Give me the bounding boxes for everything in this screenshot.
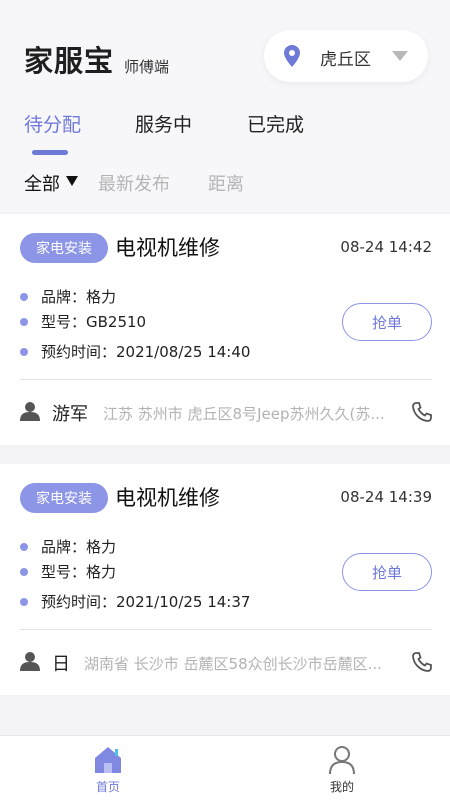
appointment-row: 预约时间：2021/08/25 14:40 bbox=[20, 341, 250, 362]
tab-in-service[interactable]: 服务中 bbox=[135, 110, 192, 137]
bullet-dot bbox=[20, 597, 28, 606]
top-header: 家服宝 师傅端 虎丘区 待分配 服务中 已完成 全部 最新发布 距离 bbox=[0, 0, 450, 212]
order-card[interactable]: 家电安装 电视机维修 08-24 14:42 品牌：格力 型号：GB2510 预… bbox=[0, 214, 450, 445]
phone-icon[interactable] bbox=[412, 402, 432, 422]
order-time: 08-24 14:39 bbox=[340, 488, 432, 506]
bullet-dot bbox=[20, 542, 28, 551]
model-row: 型号：GB2510 bbox=[20, 311, 146, 332]
divider bbox=[20, 379, 432, 380]
phone-icon[interactable] bbox=[412, 652, 432, 672]
grab-order-button[interactable]: 抢单 bbox=[342, 303, 432, 341]
person-icon bbox=[20, 652, 40, 671]
home-icon bbox=[95, 747, 121, 773]
app-subtitle: 师傅端 bbox=[124, 58, 170, 76]
caret-down-icon[interactable] bbox=[66, 176, 78, 186]
user-icon bbox=[329, 746, 355, 775]
location-text: 虎丘区 bbox=[320, 50, 371, 70]
nav-mine-label: 我的 bbox=[329, 780, 354, 794]
brand-text: 品牌：格力 bbox=[41, 538, 117, 556]
bottom-nav: 首页 我的 bbox=[0, 735, 450, 800]
tab-pending[interactable]: 待分配 bbox=[24, 110, 81, 137]
brand-text: 品牌：格力 bbox=[41, 288, 117, 306]
order-time: 08-24 14:42 bbox=[340, 238, 432, 256]
category-badge: 家电安装 bbox=[20, 233, 108, 263]
model-text: 型号：格力 bbox=[41, 563, 117, 581]
bullet-dot bbox=[20, 317, 28, 326]
bullet-dot bbox=[20, 292, 28, 301]
nav-mine[interactable]: 我的 bbox=[282, 736, 402, 800]
active-tab-indicator bbox=[32, 150, 68, 155]
person-icon bbox=[20, 402, 40, 421]
status-tabs: 待分配 服务中 已完成 bbox=[0, 110, 450, 156]
appointment-row: 预约时间：2021/10/25 14:37 bbox=[20, 591, 250, 612]
order-title: 电视机维修 bbox=[115, 486, 220, 510]
filter-all[interactable]: 全部 bbox=[24, 170, 60, 196]
chevron-down-icon bbox=[392, 51, 408, 61]
app-title: 家服宝 bbox=[24, 44, 115, 78]
nav-home-label: 首页 bbox=[95, 780, 120, 794]
divider bbox=[20, 629, 432, 630]
brand-row: 品牌：格力 bbox=[20, 536, 116, 557]
order-title: 电视机维修 bbox=[115, 236, 220, 260]
appointment-text: 预约时间：2021/10/25 14:37 bbox=[41, 593, 251, 611]
filter-latest[interactable]: 最新发布 bbox=[98, 170, 170, 196]
location-selector[interactable]: 虎丘区 bbox=[264, 30, 428, 82]
filter-distance[interactable]: 距离 bbox=[208, 170, 244, 196]
customer-address: 江苏 苏州市 虎丘区8号Jeep苏州久久(苏... bbox=[103, 405, 385, 423]
appointment-text: 预约时间：2021/08/25 14:40 bbox=[41, 343, 251, 361]
tab-completed[interactable]: 已完成 bbox=[247, 110, 304, 137]
customer-address: 湖南省 长沙市 岳麓区58众创长沙市岳麓区... bbox=[84, 655, 382, 673]
order-card[interactable]: 家电安装 电视机维修 08-24 14:39 品牌：格力 型号：格力 预约时间：… bbox=[0, 464, 450, 695]
bullet-dot bbox=[20, 567, 28, 576]
customer-name: 游军 bbox=[52, 404, 88, 425]
brand: 家服宝 师傅端 bbox=[24, 38, 169, 80]
bullet-dot bbox=[20, 347, 28, 356]
filter-bar: 全部 最新发布 距离 bbox=[0, 170, 450, 200]
location-pin-icon bbox=[284, 45, 300, 67]
grab-order-button[interactable]: 抢单 bbox=[342, 553, 432, 591]
category-badge: 家电安装 bbox=[20, 483, 108, 513]
customer-name: 日 bbox=[52, 654, 70, 675]
model-text: 型号：GB2510 bbox=[41, 313, 147, 331]
model-row: 型号：格力 bbox=[20, 561, 116, 582]
nav-home[interactable]: 首页 bbox=[48, 736, 168, 800]
brand-row: 品牌：格力 bbox=[20, 286, 116, 307]
